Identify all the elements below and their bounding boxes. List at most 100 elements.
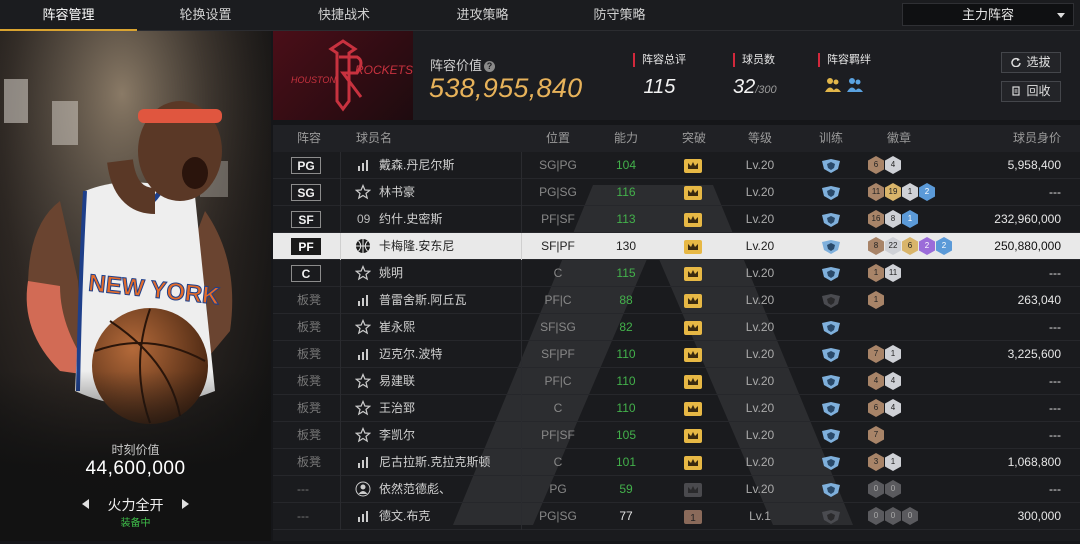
table-row[interactable]: 板凳 尼古拉斯.克拉克斯顿 C 101 Lv.20 3 1 1,068,800 (273, 449, 1080, 476)
crown-icon (684, 186, 702, 200)
signal-bars-icon (358, 511, 368, 522)
column-divider (521, 152, 522, 179)
player-position: SF|PF (541, 239, 575, 253)
table-row[interactable]: PF 卡梅隆.安东尼 SF|PF 130 Lv.20 8 22 6 2 2 250,880,000 (273, 233, 1080, 260)
bench-label: --- (297, 509, 309, 523)
player-count: 32 (733, 76, 756, 98)
basketball-icon (356, 239, 370, 253)
position-badge: C (291, 265, 321, 282)
tab-lineup-management[interactable]: 阵容管理 (0, 0, 137, 31)
tab-rotation-settings[interactable]: 轮换设置 (137, 0, 274, 30)
select-button[interactable]: 选拔 (1001, 52, 1061, 73)
fire-mode-label: 火力全开 (107, 497, 164, 513)
player-ability: 130 (615, 239, 637, 253)
crown-icon (684, 456, 702, 470)
column-divider (340, 395, 341, 422)
bond-people-blue-icon (847, 78, 863, 92)
table-row[interactable]: 板凳 易建联 PF|C 110 Lv.20 4 4 --- (273, 368, 1080, 395)
table-row[interactable]: C 姚明 C 115 Lv.20 1 11 --- (273, 260, 1080, 287)
table-row[interactable]: PG 戴森.丹尼尔斯 SG|PG 104 Lv.20 6 4 5,958,400 (273, 152, 1080, 179)
player-name: 依然范德彪、 (379, 482, 452, 496)
shield-icon (822, 375, 840, 389)
table-row[interactable]: 板凳 迈克尔.波特 SF|PF 110 Lv.20 7 1 3,225,600 (273, 341, 1080, 368)
player-price: 250,880,000 (994, 239, 1061, 253)
table-row[interactable]: 板凳 李凯尔 PF|SF 105 Lv.20 7 --- (273, 422, 1080, 449)
signal-bars-icon (358, 295, 368, 306)
table-row[interactable]: 板凳 崔永熙 SF|SG 82 Lv.20 --- (273, 314, 1080, 341)
col-position: 位置 (545, 131, 570, 145)
player-ability: 115 (616, 266, 636, 280)
badge-list: 00 (868, 480, 901, 498)
player-ability: 110 (616, 401, 636, 415)
column-divider (340, 179, 341, 206)
lineup-value-label-text: 阵容价值 (430, 58, 483, 73)
shield-icon (822, 348, 840, 362)
badge-hex-icon: 8 (885, 210, 901, 228)
player-ability: 77 (619, 509, 633, 523)
stat-count-value: 32/300 (733, 76, 777, 99)
table-row[interactable]: --- 德文.布克 PG|SG 77 1 Lv.1 0 0 0 300,000 (273, 503, 1080, 530)
badge-hex-icon: 4 (885, 156, 901, 174)
tab-quick-tactics[interactable]: 快捷战术 (274, 0, 414, 30)
column-divider (521, 341, 522, 368)
player-price: --- (1049, 482, 1061, 496)
bond-icons[interactable] (818, 77, 871, 93)
table-row[interactable]: SF 09 约什.史密斯 PF|SF 113 Lv.20 16 8 1 232,960,000 (273, 206, 1080, 233)
lineup-value-label: 阵容价值? (430, 55, 496, 74)
signal-bars-icon (358, 349, 368, 360)
col-price: 球员身价 (1012, 131, 1061, 145)
player-level: Lv.20 (745, 374, 775, 388)
table-row[interactable]: 板凳 王治郅 C 110 Lv.20 6 4 --- (273, 395, 1080, 422)
lineup-select-value: 主力阵容 (961, 7, 1014, 22)
badge-list: 11 19 1 2 (868, 183, 935, 201)
player-position: SF|SG (540, 320, 576, 334)
crown-icon (684, 159, 702, 173)
column-divider (521, 233, 522, 260)
table-row[interactable]: 板凳 普雷舍斯.阿丘瓦 PF|C 88 Lv.20 1 263,040 (273, 287, 1080, 314)
recycle-button[interactable]: 回收 (1001, 81, 1061, 102)
next-arrow-icon[interactable] (182, 499, 189, 509)
shield-icon (822, 213, 840, 227)
shield-icon (822, 483, 840, 497)
player-ability: 82 (619, 320, 633, 334)
table-header: 阵容 球员名 位置 能力 突破 等级 训练 徽章 球员身价 (273, 125, 1080, 152)
crown-icon (684, 294, 702, 308)
player-position: SF|PF (541, 347, 575, 361)
col-badges: 徽章 (886, 131, 911, 145)
team-header: HOUSTON ROCKETS 阵容价值? 538,955,840 阵容总评 1… (273, 31, 1080, 120)
player-level: Lv.20 (745, 347, 775, 361)
player-level: Lv.20 (745, 212, 775, 226)
badge-hex-icon: 0 (868, 507, 884, 525)
player-level: Lv.20 (745, 428, 775, 442)
shield-icon (822, 294, 840, 308)
jersey-number: 09 (357, 212, 371, 226)
column-divider (340, 341, 341, 368)
badge-hex-icon: 2 (919, 183, 935, 201)
player-ability: 116 (616, 185, 636, 199)
lineup-select[interactable]: 主力阵容 (902, 3, 1074, 26)
table-row[interactable]: --- 依然范德彪、 PG 59 Lv.20 0 0 --- (273, 476, 1080, 503)
player-position: C (553, 401, 563, 415)
player-name: 戴森.丹尼尔斯 (379, 158, 455, 172)
table-row[interactable]: SG 林书豪 PG|SG 116 Lv.20 11 19 1 2 --- (273, 179, 1080, 206)
bench-label: 板凳 (297, 455, 322, 469)
badge-hex-icon: 8 (868, 237, 884, 255)
bench-label: 板凳 (297, 293, 322, 307)
star-icon (355, 265, 371, 281)
question-circle-icon[interactable]: ? (484, 61, 496, 72)
tab-defense-strategy[interactable]: 防守策略 (551, 0, 688, 30)
column-divider (340, 503, 341, 530)
player-level: Lv.20 (745, 185, 775, 199)
player-level: Lv.20 (745, 266, 775, 280)
tab-offense-strategy[interactable]: 进攻策略 (414, 0, 551, 30)
badge-list: 16 8 1 (868, 210, 918, 228)
player-position: PG|SG (539, 185, 577, 199)
column-divider (521, 287, 522, 314)
badge-hex-icon: 1 (868, 264, 884, 282)
column-divider (521, 260, 522, 287)
player-name: 尼古拉斯.克拉克斯顿 (379, 455, 491, 469)
col-training: 训练 (818, 131, 843, 145)
bench-label: 板凳 (297, 374, 322, 388)
roster-table: 阵容 球员名 位置 能力 突破 等级 训练 徽章 球员身价 PG 戴森.丹尼尔斯 S… (273, 125, 1080, 541)
player-position: PF|C (544, 374, 572, 388)
